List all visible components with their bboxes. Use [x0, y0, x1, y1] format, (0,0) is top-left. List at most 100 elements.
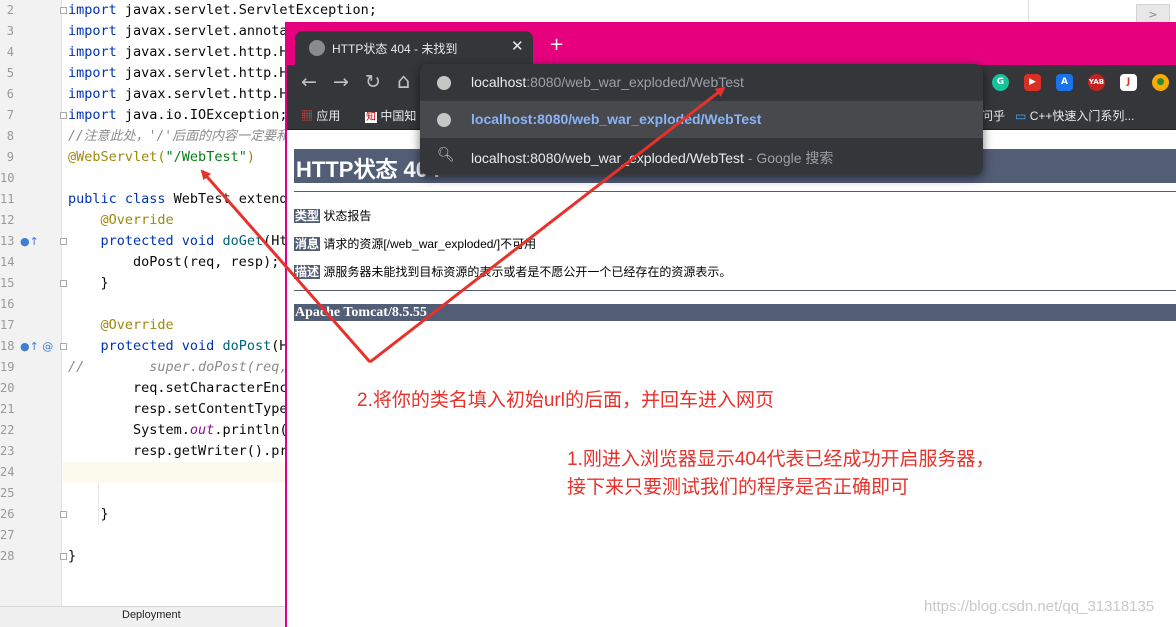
code-line: import javax.servlet.ServletException;	[68, 0, 377, 21]
code-line: doPost(req, resp);	[68, 254, 280, 270]
fold-marker[interactable]	[60, 112, 67, 119]
forward-icon[interactable]: →	[333, 71, 349, 93]
suggestion-search[interactable]: 🔍︎ localhost:8080/web_war_exploded/WebTe…	[420, 138, 983, 175]
bookmark-label: C++快速入门系列...	[1029, 109, 1135, 123]
tab-strip: HTTP状态 404 - 未找到 ✕ +	[287, 22, 1176, 65]
extension-icon[interactable]: YAB	[1088, 74, 1105, 91]
browser-tab[interactable]: HTTP状态 404 - 未找到 ✕	[295, 31, 533, 65]
description-value: 源服务器未能找到目标资源的表示或者是不愿公开一个已经存在的资源表示。	[320, 265, 732, 279]
code-line: }	[68, 275, 109, 291]
code-line: import javax.servlet.http.H	[68, 84, 287, 105]
bookmark-label: 中国知	[380, 109, 417, 123]
code-comment: //注意此处，'/'后面的内容一定要和	[68, 129, 290, 144]
code-line: protected void doGet(Ht	[68, 231, 288, 252]
code-text: javax.servlet.ServletException;	[116, 2, 377, 18]
address-input[interactable]: localhost:8080/web_war_exploded/WebTest	[420, 64, 983, 101]
line-number-gutter: 2 3 4 5 6 7 8 9 10 11 12 13 14 15 16 17 …	[0, 0, 62, 606]
server-version: Apache Tomcat/8.5.55	[294, 304, 1176, 321]
string-literal: "/WebTest"	[165, 149, 247, 165]
watermark: https://blog.csdn.net/qq_31318135	[924, 598, 1155, 615]
message-label: 消息	[294, 237, 321, 251]
line-number: 12	[0, 213, 15, 227]
bookmark-cnki[interactable]: 知 中国知	[365, 107, 416, 124]
deployment-tab[interactable]: Deployment	[122, 609, 181, 621]
keyword: import	[68, 2, 117, 18]
code-line: protected void doPost(H	[68, 336, 288, 357]
keyword: public class	[68, 191, 166, 207]
line-number: 28	[0, 549, 15, 563]
fold-marker[interactable]	[60, 7, 67, 14]
globe-icon	[437, 76, 451, 90]
back-icon[interactable]: ←	[301, 71, 317, 93]
reload-icon[interactable]: ↻	[365, 71, 381, 93]
code-line: resp.getWriter().pr	[68, 443, 288, 459]
extension-icon[interactable]: ●	[1152, 74, 1169, 91]
code-comment: // super.doPost(req,	[68, 359, 288, 375]
bookmark-label: 应用	[316, 109, 341, 123]
divider	[294, 290, 1176, 291]
keyword: import	[68, 107, 117, 123]
close-icon[interactable]: ✕	[511, 37, 524, 55]
line-number: 16	[0, 297, 15, 311]
code-text: java.io.IOException;	[116, 107, 288, 123]
annotation-note-1-line2: 接下来只要测试我们的程序是否正确即可	[567, 477, 910, 498]
extension-icon[interactable]: A	[1056, 74, 1073, 91]
type-row: 类型 状态报告	[294, 207, 371, 224]
code-line: System.out.println(	[68, 420, 287, 441]
suggestion-text: localhost:8080/web_war_exploded/WebTest …	[471, 148, 833, 168]
override-gutter-icon[interactable]: ●↑	[20, 231, 39, 252]
line-number: 22	[0, 423, 15, 437]
tomcat-error-page: HTTP状态 404 类型 状态报告 消息 请求的资源[/web_war_exp…	[287, 130, 1176, 627]
editor-divider	[1028, 0, 1029, 22]
fold-marker[interactable]	[60, 280, 67, 287]
fold-marker[interactable]	[60, 343, 67, 350]
annotation: )	[246, 149, 255, 165]
bookmark-apps[interactable]: ▦ 应用	[301, 107, 340, 124]
annotation-note-2: 2.将你的类名填入初始url的后面，并回车进入网页	[357, 390, 774, 411]
line-number: 14	[0, 255, 15, 269]
line-number: 26	[0, 507, 15, 521]
annotation: @Override	[68, 212, 174, 228]
line-number: 20	[0, 381, 15, 395]
tab-title: HTTP状态 404 - 未找到	[332, 42, 458, 56]
home-icon[interactable]: ⌂	[397, 69, 410, 93]
code-line: import javax.servlet.annota	[68, 21, 287, 42]
suggestion-text: localhost:8080/web_war_exploded/WebTest	[471, 111, 762, 127]
search-icon: 🔍︎	[437, 147, 455, 163]
static-field: out	[189, 422, 215, 438]
keyword: import	[68, 86, 117, 102]
fold-marker[interactable]	[60, 511, 67, 518]
line-number: 8	[6, 129, 14, 143]
line-number: 2	[6, 3, 14, 17]
suggestion-url[interactable]: localhost:8080/web_war_exploded/WebTest	[420, 101, 983, 138]
line-number: 23	[0, 444, 15, 458]
fold-marker[interactable]	[60, 238, 67, 245]
keyword: protected void	[68, 338, 215, 354]
code-text: javax.servlet.http.H	[116, 86, 288, 102]
code-line: req.setCharacterEnc	[68, 380, 288, 396]
line-number: 19	[0, 360, 15, 374]
bookmark-label: 问乎	[981, 109, 1006, 123]
code-line: public class WebTest extend	[68, 189, 287, 210]
fold-marker[interactable]	[60, 553, 67, 560]
line-number: 9	[6, 150, 14, 164]
bookmark-zhihu[interactable]: 问乎	[981, 107, 1005, 124]
line-number: 5	[6, 66, 14, 80]
code-line: import javax.servlet.http.H	[68, 42, 287, 63]
message-row: 消息 请求的资源[/web_war_exploded/]不可用	[294, 235, 536, 252]
code-text: javax.servlet.http.H	[116, 65, 288, 81]
line-number: 17	[0, 318, 15, 332]
method-name: doPost	[214, 338, 272, 354]
line-number: 21	[0, 402, 15, 416]
extension-icon[interactable]: J	[1120, 74, 1137, 91]
description-row: 描述 源服务器未能找到目标资源的表示或者是不愿公开一个已经存在的资源表示。	[294, 263, 731, 280]
type-value: 状态报告	[320, 209, 372, 223]
grammarly-extension-icon[interactable]: G	[992, 74, 1009, 91]
search-query: localhost:8080/web_war_exploded/WebTest	[471, 150, 744, 166]
override-gutter-icon[interactable]: ●↑ @	[20, 336, 53, 357]
new-tab-button[interactable]: +	[549, 34, 564, 55]
apps-grid-icon: ▦	[301, 109, 314, 123]
annotation: @Override	[68, 317, 174, 333]
bookmark-cpp[interactable]: ▭ C++快速入门系列...	[1015, 107, 1134, 124]
extension-icon[interactable]: ▶	[1024, 74, 1041, 91]
